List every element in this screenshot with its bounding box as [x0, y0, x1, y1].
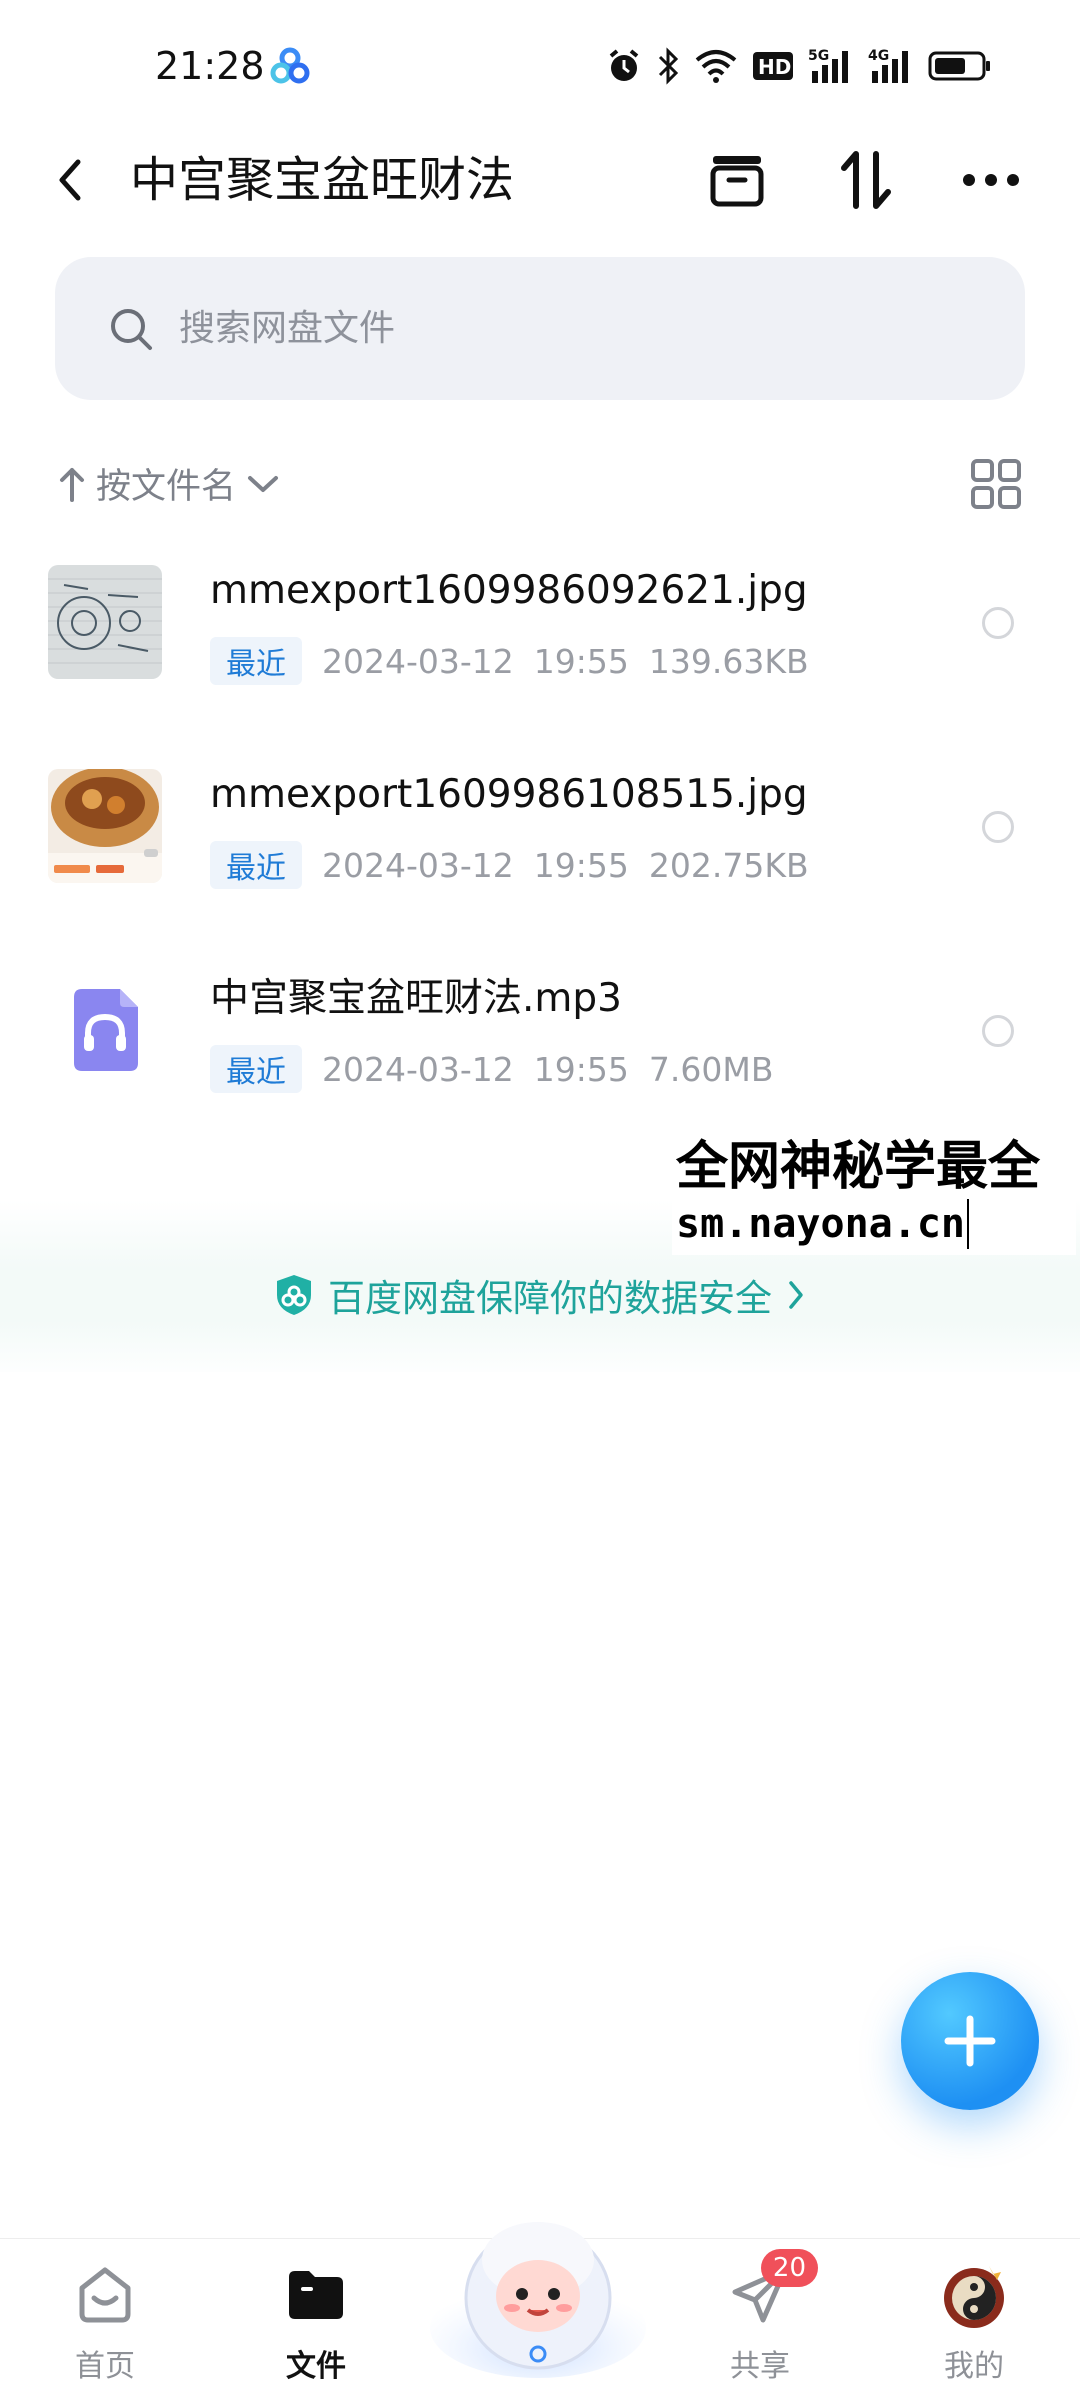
select-radio[interactable]: [982, 607, 1014, 639]
file-date: 2024-03-12: [322, 845, 514, 885]
select-radio[interactable]: [982, 811, 1014, 843]
nav-mine-label: 我的: [944, 2349, 1004, 2384]
file-size: 202.75KB: [648, 845, 809, 885]
file-time: 19:55: [533, 1049, 629, 1089]
sort-swap-button[interactable]: [834, 148, 898, 212]
sort-row: 按文件名: [0, 450, 1080, 520]
share-count-badge: 20: [760, 2249, 818, 2287]
file-meta: 最近 2024-03-12 19:55 139.63KB: [210, 637, 809, 685]
recent-badge: 最近: [210, 1045, 302, 1093]
audio-file-icon: [48, 973, 162, 1087]
nav-home[interactable]: 首页: [25, 2239, 185, 2400]
security-banner[interactable]: 百度网盘保障你的数据安全: [0, 1268, 1080, 1322]
baidu-netdisk-icon: [270, 47, 310, 84]
home-icon: [69, 2259, 141, 2331]
file-date: 2024-03-12: [322, 641, 514, 681]
security-text: 百度网盘保障你的数据安全: [328, 1277, 772, 1320]
nav-home-label: 首页: [75, 2349, 135, 2384]
nav-share-label: 共享: [730, 2349, 790, 2384]
file-row[interactable]: 中宫聚宝盆旺财法.mp3 最近 2024-03-12 19:55 7.60MB: [0, 953, 1080, 1157]
folder-icon: [280, 2259, 352, 2331]
page-title: 中宫聚宝盆旺财法: [130, 152, 515, 208]
5g-label: 5G: [808, 48, 829, 64]
nav-share[interactable]: 20 共享: [680, 2239, 840, 2400]
image-thumbnail: [48, 565, 162, 679]
bluetooth-icon: [656, 47, 680, 85]
4g-label: 4G: [868, 48, 889, 64]
recent-badge: 最近: [210, 841, 302, 889]
file-list: mmexport1609986092621.jpg 最近 2024-03-12 …: [0, 545, 1080, 1157]
avatar: [938, 2259, 1010, 2331]
select-radio[interactable]: [982, 1015, 1014, 1047]
chevron-left-icon: [59, 159, 81, 201]
chevron-right-icon: [789, 1281, 803, 1309]
add-button[interactable]: [901, 1972, 1039, 2110]
file-name: mmexport1609986092621.jpg: [210, 568, 808, 613]
sort-swap-icon: [841, 151, 891, 209]
file-row[interactable]: mmexport1609986092621.jpg 最近 2024-03-12 …: [0, 545, 1080, 749]
file-size: 7.60MB: [648, 1049, 774, 1089]
recent-badge: 最近: [210, 637, 302, 685]
chevron-down-icon: [248, 475, 279, 492]
file-time: 19:55: [533, 845, 629, 885]
watermark-line1: 全网神秘学最全: [676, 1137, 1041, 1197]
file-meta: 最近 2024-03-12 19:55 7.60MB: [210, 1045, 773, 1093]
5g-signal-icon: 5G: [808, 47, 854, 85]
shield-icon: [277, 1275, 311, 1315]
search-icon: [111, 308, 152, 350]
nav-mine[interactable]: 我的: [894, 2239, 1054, 2400]
more-button[interactable]: [959, 148, 1023, 212]
arrow-up-icon: [60, 467, 84, 502]
file-row[interactable]: mmexport1609986108515.jpg 最近 2024-03-12 …: [0, 749, 1080, 953]
image-thumbnail: [48, 769, 162, 883]
archive-button[interactable]: [705, 148, 769, 212]
file-time: 19:55: [533, 641, 629, 681]
status-bar: 21:28 HD 5G 4G: [0, 0, 1080, 130]
battery-icon: [928, 50, 992, 82]
sort-by-name-button[interactable]: 按文件名: [58, 458, 280, 509]
file-name: mmexport1609986108515.jpg: [210, 772, 808, 817]
file-size: 139.63KB: [648, 641, 809, 681]
app-header: 中宫聚宝盆旺财法: [0, 130, 1080, 230]
file-date: 2024-03-12: [322, 1049, 514, 1089]
nav-files[interactable]: 文件: [236, 2239, 396, 2400]
search-input[interactable]: [179, 308, 959, 349]
watermark: 全网神秘学最全 sm.nayona.cn: [672, 1133, 1076, 1255]
search-bar[interactable]: [55, 257, 1025, 400]
file-meta: 最近 2024-03-12 19:55 202.75KB: [210, 841, 809, 889]
grid-view-icon[interactable]: [970, 458, 1022, 510]
status-time: 21:28: [155, 44, 265, 88]
mascot-assistant-icon[interactable]: [428, 2178, 648, 2378]
back-button[interactable]: [40, 150, 100, 210]
hd-label: HD: [758, 55, 791, 79]
file-name: 中宫聚宝盆旺财法.mp3: [210, 976, 622, 1021]
wifi-icon: [694, 48, 738, 84]
hd-icon: HD: [752, 50, 794, 82]
archive-icon: [710, 156, 764, 207]
sort-label: 按文件名: [96, 467, 237, 507]
watermark-line2: sm.nayona.cn: [676, 1199, 969, 1249]
more-icon: [963, 174, 1019, 186]
status-icons: HD 5G 4G: [606, 46, 992, 86]
plus-icon: [944, 2015, 996, 2067]
paper-plane-icon: 20: [724, 2249, 818, 2331]
4g-signal-icon: 4G: [868, 47, 914, 85]
nav-files-label: 文件: [286, 2349, 346, 2384]
alarm-icon: [606, 48, 642, 84]
